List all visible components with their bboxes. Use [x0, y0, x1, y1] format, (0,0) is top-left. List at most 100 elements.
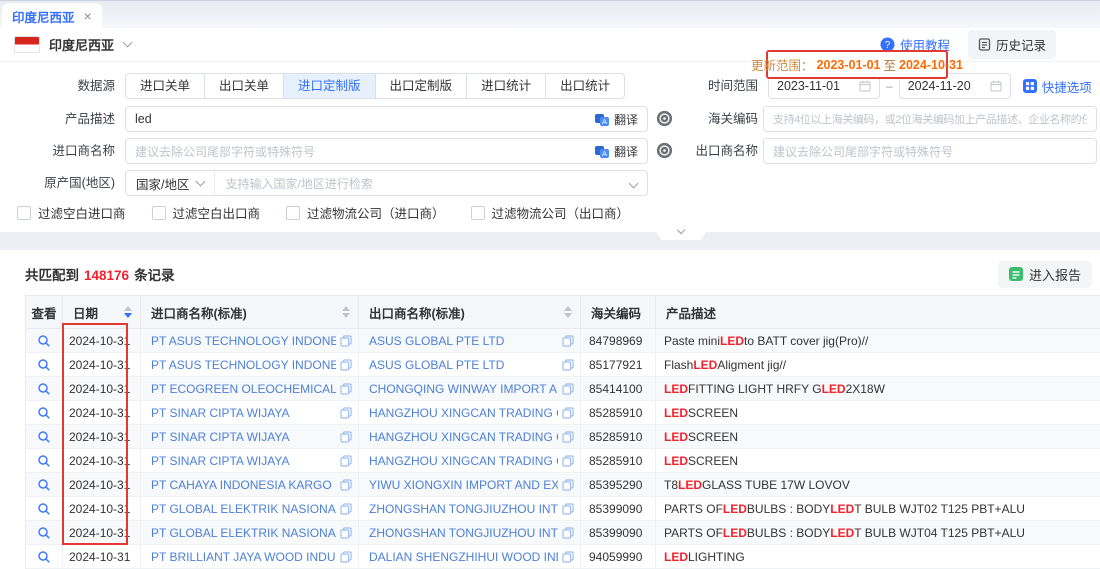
sort-icon[interactable] — [558, 306, 572, 318]
filter-checkbox-2[interactable]: 过滤空白出口商 — [152, 203, 261, 222]
importer-link[interactable]: PT SINAR CIPTA WIJAYA — [151, 406, 336, 420]
exporter-link[interactable]: HANGZHOU XINGCAN TRADING CO LTD — [369, 430, 558, 444]
exporter-link[interactable]: HANGZHOU XINGCAN TRADING CO LTD — [369, 406, 558, 420]
copy-icon[interactable] — [562, 431, 574, 443]
translate-button[interactable]: A 翻译 — [587, 143, 638, 160]
datasource-tab-1[interactable]: 进口关单 — [125, 73, 205, 99]
view-record-cell[interactable] — [26, 497, 63, 520]
hscode-input[interactable]: 支持4位以上海关编码，或2位海关编码加上产品描述、企业名称的任意信息 — [763, 106, 1097, 132]
copy-icon[interactable] — [340, 335, 352, 347]
column-header-3[interactable]: 进口商名称(标准) — [141, 296, 359, 328]
copy-icon[interactable] — [562, 503, 574, 515]
datasource-tab-4[interactable]: 出口定制版 — [375, 73, 468, 99]
exact-match-icon[interactable] — [656, 110, 673, 127]
product-desc-input[interactable]: led A 翻译 — [125, 106, 648, 132]
collapse-form-button[interactable] — [652, 225, 710, 240]
importer-link[interactable]: PT SINAR CIPTA WIJAYA — [151, 430, 336, 444]
importer-link[interactable]: PT ASUS TECHNOLOGY INDONESIA BA... — [151, 358, 336, 372]
exporter-link[interactable]: YIWU XIONGXIN IMPORT AND EXPORT... — [369, 478, 558, 492]
copy-icon[interactable] — [340, 431, 352, 443]
copy-icon[interactable] — [562, 383, 574, 395]
view-record-cell[interactable] — [26, 521, 63, 544]
copy-icon[interactable] — [562, 479, 574, 491]
update-range-to: 2024-10-31 — [899, 58, 963, 72]
translate-button[interactable]: A 翻译 — [587, 111, 638, 128]
view-record-cell[interactable] — [26, 449, 63, 472]
search-icon[interactable] — [37, 550, 51, 564]
enter-report-button[interactable]: 进入报告 — [998, 261, 1092, 288]
copy-icon[interactable] — [340, 455, 352, 467]
search-icon[interactable] — [37, 502, 51, 516]
checkbox-icon[interactable] — [286, 206, 300, 220]
exact-match-icon[interactable] — [656, 142, 673, 159]
importer-link[interactable]: PT ECOGREEN OLEOCHEMICALS — [151, 382, 336, 396]
view-record-cell[interactable] — [26, 401, 63, 424]
exporter-link[interactable]: HANGZHOU XINGCAN TRADING CO LTD — [369, 454, 558, 468]
datasource-tab-6[interactable]: 出口统计 — [545, 73, 625, 99]
copy-icon[interactable] — [340, 383, 352, 395]
copy-icon[interactable] — [340, 527, 352, 539]
exporter-name-input[interactable]: 建议去除公司尾部字符或特殊符号 — [763, 138, 1097, 164]
importer-link[interactable]: PT CAHAYA INDONESIA KARGO — [151, 478, 336, 492]
checkbox-icon[interactable] — [471, 206, 485, 220]
view-record-cell[interactable] — [26, 545, 63, 568]
datasource-tab-2[interactable]: 出口关单 — [204, 73, 284, 99]
search-icon[interactable] — [37, 454, 51, 468]
exporter-link[interactable]: DALIAN SHENGZHIHUI WOOD INDUST... — [369, 550, 558, 564]
importer-link[interactable]: PT GLOBAL ELEKTRIK NASIONAL — [151, 526, 336, 540]
copy-icon[interactable] — [340, 551, 352, 563]
search-icon[interactable] — [37, 526, 51, 540]
filter-checkbox-4[interactable]: 过滤物流公司（出口商） — [471, 203, 630, 222]
tab-indonesia[interactable]: 印度尼西亚 × — [2, 3, 102, 29]
copy-icon[interactable] — [340, 479, 352, 491]
view-record-cell[interactable] — [26, 353, 63, 376]
search-icon[interactable] — [37, 478, 51, 492]
search-icon[interactable] — [37, 406, 51, 420]
exporter-link[interactable]: ZHONGSHAN TONGJIUZHOU INTERNA... — [369, 526, 558, 540]
quick-options-button[interactable]: 快捷选项 — [1023, 77, 1092, 96]
origin-type-select[interactable]: 国家/地区 — [126, 171, 215, 195]
search-icon[interactable] — [37, 382, 51, 396]
chevron-down-icon[interactable] — [123, 38, 133, 48]
importer-link[interactable]: PT SINAR CIPTA WIJAYA — [151, 454, 336, 468]
copy-icon[interactable] — [562, 359, 574, 371]
copy-icon[interactable] — [562, 335, 574, 347]
datasource-tab-3[interactable]: 进口定制版 — [283, 73, 376, 99]
importer-link[interactable]: PT BRILLIANT JAYA WOOD INDUSTRY — [151, 550, 336, 564]
checkbox-icon[interactable] — [152, 206, 166, 220]
product-desc-cell: Paste miniLED to BATT cover jig(Pro)// — [656, 329, 1100, 352]
datasource-tab-5[interactable]: 进口统计 — [466, 73, 546, 99]
checkbox-icon[interactable] — [17, 206, 31, 220]
filter-checkbox-3[interactable]: 过滤物流公司（进口商） — [286, 203, 445, 222]
view-record-cell[interactable] — [26, 473, 63, 496]
view-record-cell[interactable] — [26, 329, 63, 352]
exporter-link[interactable]: CHONGQING WINWAY IMPORT AND E... — [369, 382, 558, 396]
column-header-4[interactable]: 出口商名称(标准) — [359, 296, 581, 328]
sort-icon[interactable] — [336, 306, 350, 318]
origin-dropdown-caret[interactable] — [630, 174, 647, 192]
close-icon[interactable]: × — [84, 9, 92, 23]
view-record-cell[interactable] — [26, 377, 63, 400]
search-icon[interactable] — [37, 334, 51, 348]
exporter-link[interactable]: ASUS GLOBAL PTE LTD — [369, 334, 558, 348]
filter-checkbox-1[interactable]: 过滤空白进口商 — [17, 203, 126, 222]
origin-country-control[interactable]: 国家/地区 支持输入国家/地区进行检索 — [125, 170, 648, 196]
history-button[interactable]: 历史记录 — [968, 30, 1056, 59]
copy-icon[interactable] — [562, 527, 574, 539]
exporter-link[interactable]: ASUS GLOBAL PTE LTD — [369, 358, 558, 372]
copy-icon[interactable] — [340, 503, 352, 515]
view-record-cell[interactable] — [26, 425, 63, 448]
importer-link[interactable]: PT ASUS TECHNOLOGY INDONESIA BA... — [151, 334, 336, 348]
copy-icon[interactable] — [562, 551, 574, 563]
search-icon[interactable] — [37, 358, 51, 372]
copy-icon[interactable] — [340, 359, 352, 371]
copy-icon[interactable] — [340, 407, 352, 419]
copy-icon[interactable] — [562, 455, 574, 467]
column-header-2[interactable]: 日期 — [63, 296, 141, 328]
copy-icon[interactable] — [562, 407, 574, 419]
search-icon[interactable] — [37, 430, 51, 444]
exporter-link[interactable]: ZHONGSHAN TONGJIUZHOU INTERNA... — [369, 502, 558, 516]
importer-name-input[interactable]: 建议去除公司尾部字符或特殊符号 A 翻译 — [125, 138, 648, 164]
sort-icon[interactable] — [118, 306, 132, 318]
importer-link[interactable]: PT GLOBAL ELEKTRIK NASIONAL — [151, 502, 336, 516]
